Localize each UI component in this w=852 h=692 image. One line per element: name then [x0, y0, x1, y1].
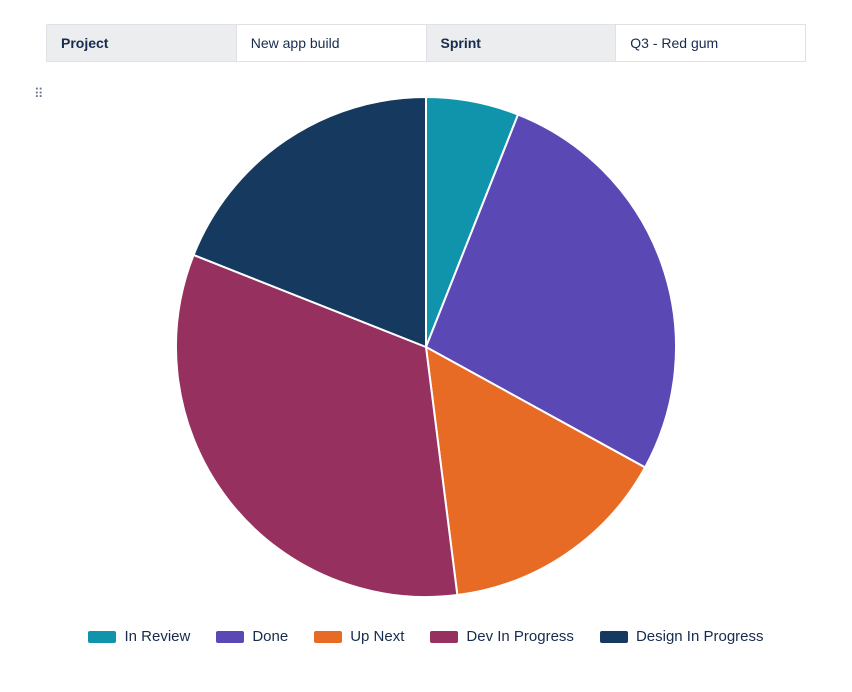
legend-swatch: [314, 631, 342, 643]
legend-label: Dev In Progress: [466, 628, 574, 645]
legend: In Review Done Up Next Dev In Progress Desig…: [76, 626, 776, 647]
legend-swatch: [600, 631, 628, 643]
sprint-value-cell[interactable]: Q3 - Red gum: [616, 25, 806, 62]
chart-container: ⠿ In Review Done Up Next Dev In Progress Des…: [0, 82, 852, 647]
pie-chart: [161, 82, 691, 612]
filter-table: Project New app build Sprint Q3 - Red gu…: [46, 24, 806, 62]
legend-swatch: [88, 631, 116, 643]
legend-item[interactable]: In Review: [84, 626, 194, 647]
legend-item[interactable]: Dev In Progress: [426, 626, 578, 647]
legend-label: Design In Progress: [636, 628, 764, 645]
project-label-cell: Project: [47, 25, 237, 62]
project-value-cell[interactable]: New app build: [236, 25, 426, 62]
sprint-label-cell: Sprint: [426, 25, 616, 62]
legend-item[interactable]: Up Next: [310, 626, 408, 647]
drag-handle-icon[interactable]: ⠿: [34, 86, 44, 102]
legend-label: In Review: [124, 628, 190, 645]
legend-item[interactable]: Done: [212, 626, 292, 647]
legend-item[interactable]: Design In Progress: [596, 626, 768, 647]
legend-label: Done: [252, 628, 288, 645]
legend-label: Up Next: [350, 628, 404, 645]
legend-swatch: [430, 631, 458, 643]
legend-swatch: [216, 631, 244, 643]
